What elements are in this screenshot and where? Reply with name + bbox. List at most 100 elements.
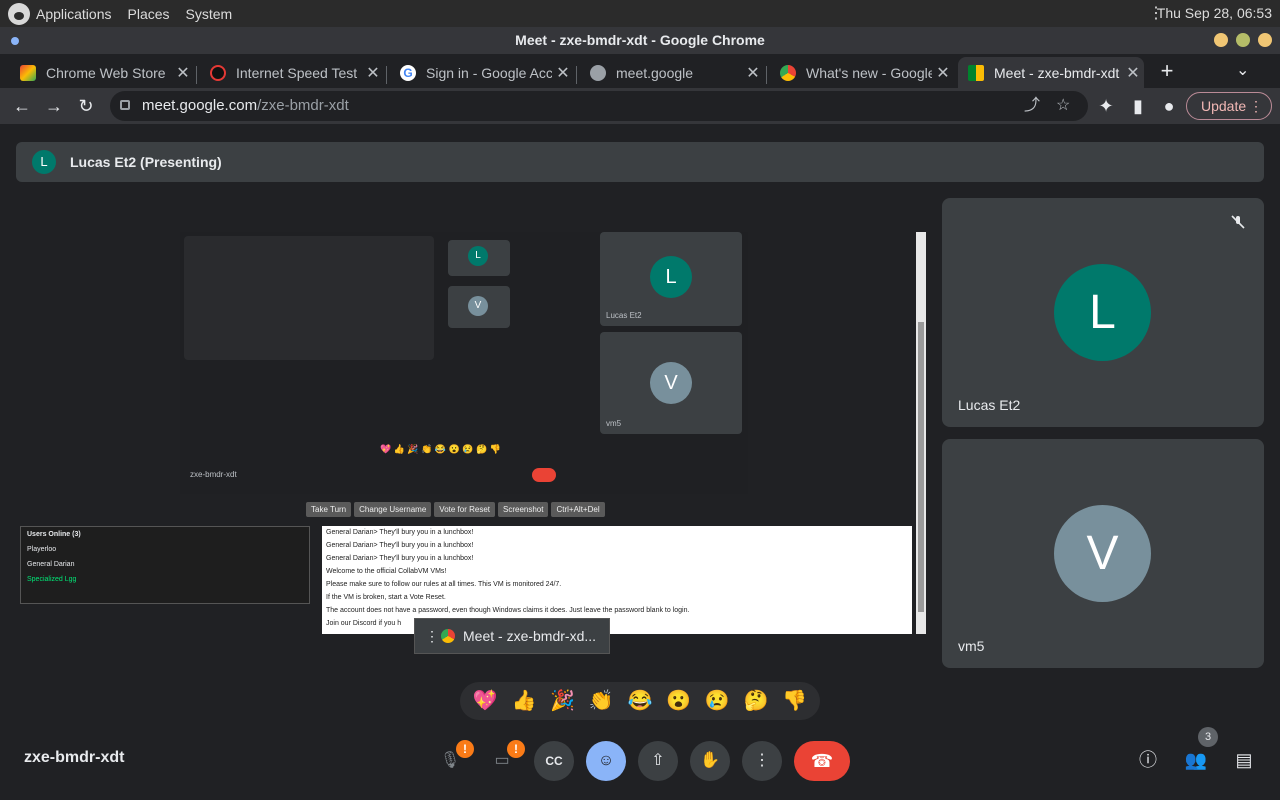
address-bar[interactable]: meet.google.com/zxe-bmdr-xdt ⤴ ☆ bbox=[110, 91, 1088, 121]
close-icon[interactable]: ✕ bbox=[742, 63, 764, 83]
presenting-label: Lucas Et2 (Presenting) bbox=[70, 154, 222, 170]
share-icon[interactable]: ⤴ bbox=[1024, 91, 1040, 121]
more-options-button[interactable]: ⋮ bbox=[742, 741, 782, 781]
vm-chat-log: General Darian> They'll bury you in a lu… bbox=[322, 526, 912, 634]
clock[interactable]: Thu Sep 28, 06:53 bbox=[1157, 5, 1272, 21]
profile-avatar-icon[interactable]: ● bbox=[1157, 94, 1181, 118]
reload-button[interactable]: ↻ bbox=[74, 94, 98, 118]
new-tab-button[interactable]: + bbox=[1156, 58, 1178, 84]
participant-tile-vm5[interactable]: V vm5 bbox=[942, 439, 1264, 668]
maximize-button[interactable] bbox=[1236, 33, 1250, 47]
chrome-icon bbox=[441, 629, 455, 643]
shared-screen: L V L Lucas Et2 V vm5 zxe-bmdr-xdt 💖 👍 🎉… bbox=[16, 232, 926, 634]
url-text: meet.google.com/zxe-bmdr-xdt bbox=[142, 97, 349, 114]
change-username-button[interactable]: Change Username bbox=[354, 502, 432, 517]
mic-muted-icon bbox=[1231, 215, 1245, 229]
tab-whats-new[interactable]: What's new - Google ✕ bbox=[770, 57, 954, 88]
browser-toolbar: ← → ↻ meet.google.com/zxe-bmdr-xdt ⤴ ☆ ✦… bbox=[0, 88, 1280, 124]
present-screen-button[interactable]: ⇧ bbox=[638, 741, 678, 781]
present-icon: ⇧ bbox=[651, 752, 665, 769]
camera-warning-badge: ! bbox=[507, 740, 525, 758]
reaction-surprised[interactable]: 😮 bbox=[663, 682, 695, 720]
reaction-sad[interactable]: 😢 bbox=[701, 682, 733, 720]
gnome-foot-icon[interactable] bbox=[8, 2, 30, 25]
close-icon[interactable]: ✕ bbox=[362, 63, 384, 83]
more-vert-icon: ⋮ bbox=[754, 752, 770, 769]
window-dot-icon bbox=[11, 37, 19, 45]
meet-page: L Lucas Et2 (Presenting) L V L Lucas Et2… bbox=[0, 124, 1280, 800]
google-icon: G bbox=[400, 64, 416, 81]
emoji-reactions-button[interactable]: ☺ bbox=[586, 741, 626, 781]
hand-icon: ✋ bbox=[700, 752, 720, 769]
tab-search-chevron-icon[interactable]: ⌄ bbox=[1236, 60, 1249, 80]
side-panel-icon[interactable]: ▮ bbox=[1126, 94, 1150, 118]
update-button[interactable]: Update ⋮ bbox=[1186, 92, 1272, 120]
camera-icon: ▭ bbox=[494, 752, 510, 769]
reaction-sparkling-heart[interactable]: 💖 bbox=[469, 682, 501, 720]
menu-dots-icon: ⋮ bbox=[1249, 98, 1263, 114]
minimize-button[interactable] bbox=[1214, 33, 1228, 47]
meeting-code: zxe-bmdr-xdt bbox=[24, 749, 125, 766]
take-turn-button[interactable]: Take Turn bbox=[306, 502, 352, 517]
avatar: V bbox=[1054, 505, 1151, 602]
close-icon[interactable]: ✕ bbox=[1122, 63, 1144, 83]
captions-icon: CC bbox=[545, 754, 563, 768]
tab-google-sign-in[interactable]: G Sign in - Google Accou ✕ bbox=[390, 57, 574, 88]
tab-meet-google[interactable]: meet.google ✕ bbox=[580, 57, 764, 88]
sharing-popup-chip[interactable]: ⋮ Meet - zxe-bmdr-xd... bbox=[414, 618, 610, 654]
nested-tile: L bbox=[448, 240, 510, 276]
close-window-button[interactable] bbox=[1258, 33, 1272, 47]
users-online-panel: Users Online (3) Playerloo General Daria… bbox=[20, 526, 310, 604]
raise-hand-button[interactable]: ✋ bbox=[690, 741, 730, 781]
tab-chrome-web-store[interactable]: Chrome Web Store ✕ bbox=[10, 57, 194, 88]
close-icon[interactable]: ✕ bbox=[932, 63, 954, 83]
forward-button[interactable]: → bbox=[42, 94, 66, 118]
reaction-party[interactable]: 🎉 bbox=[547, 682, 579, 720]
vote-reset-button[interactable]: Vote for Reset bbox=[434, 502, 495, 517]
reaction-laugh[interactable]: 😂 bbox=[624, 682, 656, 720]
chrome-web-store-icon bbox=[20, 64, 36, 81]
chat-icon[interactable]: ▤ bbox=[1230, 746, 1258, 774]
screenshot-button[interactable]: Screenshot bbox=[498, 502, 549, 517]
reaction-clap[interactable]: 👏 bbox=[585, 682, 617, 720]
drag-handle-icon[interactable]: ⋮ bbox=[425, 619, 439, 653]
inner-reactions: 💖 👍 🎉 👏 😂 😮 😢 🤔 👎 bbox=[380, 444, 501, 454]
speedtest-icon bbox=[210, 64, 226, 81]
applications-menu[interactable]: Applications bbox=[36, 6, 112, 22]
shared-screen-scrollbar bbox=[916, 232, 926, 634]
people-icon[interactable]: 👥 bbox=[1182, 746, 1210, 774]
bookmark-star-icon[interactable]: ☆ bbox=[1056, 91, 1070, 121]
places-menu[interactable]: Places bbox=[128, 6, 170, 22]
tab-label: Sign in - Google Accou bbox=[426, 64, 552, 81]
mic-warning-badge: ! bbox=[456, 740, 474, 758]
tab-speed-test[interactable]: Internet Speed Test | F ✕ bbox=[200, 57, 384, 88]
tab-label: Internet Speed Test | F bbox=[236, 64, 362, 81]
close-icon[interactable]: ✕ bbox=[172, 63, 194, 83]
tab-meet-active[interactable]: Meet - zxe-bmdr-xdt ✕ bbox=[958, 57, 1144, 88]
globe-icon bbox=[590, 64, 606, 81]
system-menu[interactable]: System bbox=[186, 6, 233, 22]
window-title: Meet - zxe-bmdr-xdt - Google Chrome bbox=[515, 32, 765, 48]
tab-label: What's new - Google bbox=[806, 64, 932, 81]
chrome-icon bbox=[780, 64, 796, 81]
avatar: L bbox=[32, 150, 56, 174]
phone-hangup-icon: ☎ bbox=[810, 751, 834, 771]
meeting-info-icon[interactable]: ⓘ bbox=[1134, 746, 1162, 774]
reaction-thumbs-down[interactable]: 👎 bbox=[779, 682, 811, 720]
back-button[interactable]: ← bbox=[10, 94, 34, 118]
close-icon[interactable]: ✕ bbox=[552, 63, 574, 83]
inner-end-call-icon bbox=[532, 468, 556, 482]
leave-call-button[interactable]: ☎ bbox=[794, 741, 850, 781]
extensions-puzzle-icon[interactable]: ✦ bbox=[1094, 94, 1118, 118]
nested-meet-view: L V L Lucas Et2 V vm5 zxe-bmdr-xdt 💖 👍 🎉… bbox=[180, 232, 748, 494]
participant-tile-lucas[interactable]: L Lucas Et2 bbox=[942, 198, 1264, 427]
captions-button[interactable]: CC bbox=[534, 741, 574, 781]
google-meet-icon bbox=[968, 64, 984, 81]
presenting-bar: L Lucas Et2 (Presenting) bbox=[16, 142, 1264, 182]
ctrl-alt-del-button[interactable]: Ctrl+Alt+Del bbox=[551, 502, 605, 517]
reaction-thumbs-up[interactable]: 👍 bbox=[508, 682, 540, 720]
lock-icon[interactable] bbox=[120, 100, 130, 110]
avatar: L bbox=[1054, 264, 1151, 361]
tab-strip: Chrome Web Store ✕ Internet Speed Test |… bbox=[0, 54, 1280, 88]
reaction-thinking[interactable]: 🤔 bbox=[740, 682, 772, 720]
